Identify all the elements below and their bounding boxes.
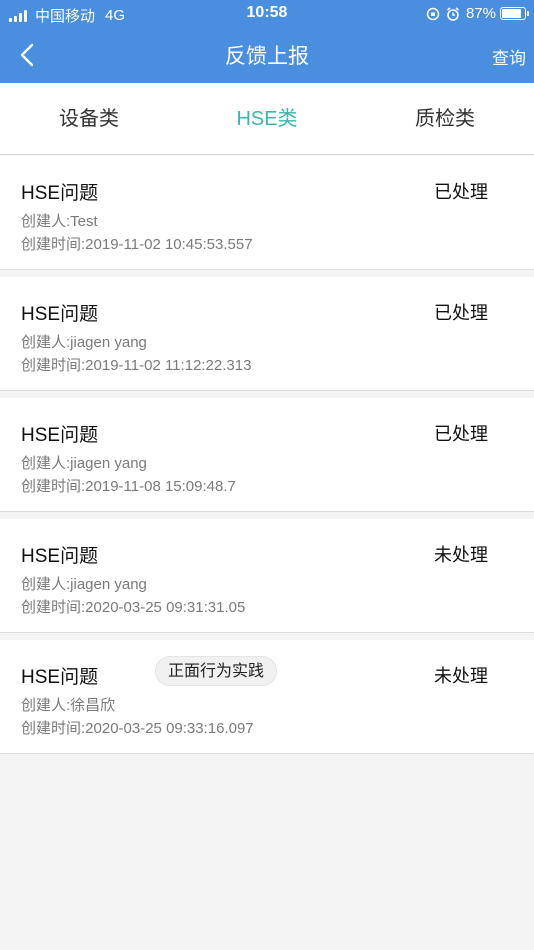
tab-equipment[interactable]: 设备类 — [0, 83, 178, 154]
item-creator: 创建人:jiagen yang — [21, 455, 147, 472]
query-button[interactable]: 查询 — [492, 44, 526, 69]
item-created-time: 创建时间:2020-03-25 09:33:16.097 — [21, 720, 254, 737]
item-status: 已处理 — [434, 182, 488, 202]
item-created-time: 创建时间:2019-11-08 15:09:48.7 — [21, 478, 236, 495]
app-header: 中国移动 4G 10:58 87% 反馈上报 查询 — [0, 0, 534, 83]
orientation-lock-icon — [426, 7, 440, 20]
item-creator: 创建人:jiagen yang — [21, 334, 147, 351]
status-bar: 中国移动 4G 10:58 87% — [0, 0, 534, 28]
item-title: HSE问题 — [21, 546, 99, 567]
list-item[interactable]: HSE问题 已处理 创建人:jiagen yang 创建时间:2019-11-0… — [0, 277, 534, 391]
category-tabs: 设备类 HSE类 质检类 — [0, 83, 534, 155]
item-title: HSE问题 — [21, 183, 99, 204]
item-status: 已处理 — [434, 303, 488, 323]
item-creator: 创建人:jiagen yang — [21, 576, 147, 593]
item-status: 未处理 — [434, 545, 488, 565]
item-status: 已处理 — [434, 424, 488, 444]
list-item[interactable]: HSE问题 已处理 创建人:Test 创建时间:2019-11-02 10:45… — [0, 156, 534, 270]
item-status: 未处理 — [434, 666, 488, 686]
tab-quality[interactable]: 质检类 — [356, 83, 534, 154]
item-creator: 创建人:徐昌欣 — [21, 697, 116, 714]
report-list: HSE问题 已处理 创建人:Test 创建时间:2019-11-02 10:45… — [0, 156, 534, 754]
battery-level-fill — [502, 9, 522, 18]
list-item[interactable]: HSE问题 未处理 创建人:jiagen yang 创建时间:2020-03-2… — [0, 519, 534, 633]
list-item[interactable]: HSE问题 正面行为实践 未处理 创建人:徐昌欣 创建时间:2020-03-25… — [0, 640, 534, 754]
item-title: HSE问题 — [21, 304, 99, 325]
tab-hse[interactable]: HSE类 — [178, 83, 356, 154]
item-title: HSE问题 — [21, 425, 99, 446]
item-creator: 创建人:Test — [21, 213, 98, 230]
battery-icon — [500, 7, 529, 20]
item-tag-badge: 正面行为实践 — [155, 656, 278, 686]
alarm-icon — [447, 6, 459, 21]
item-created-time: 创建时间:2020-03-25 09:31:31.05 — [21, 599, 246, 616]
status-right: 87% — [426, 5, 529, 22]
page-title: 反馈上报 — [225, 45, 309, 68]
item-created-time: 创建时间:2019-11-02 11:12:22.313 — [21, 357, 252, 374]
item-created-time: 创建时间:2019-11-02 10:45:53.557 — [21, 236, 253, 253]
list-item[interactable]: HSE问题 已处理 创建人:jiagen yang 创建时间:2019-11-0… — [0, 398, 534, 512]
battery-percent: 87% — [465, 5, 496, 22]
item-title: HSE问题 — [21, 667, 99, 688]
